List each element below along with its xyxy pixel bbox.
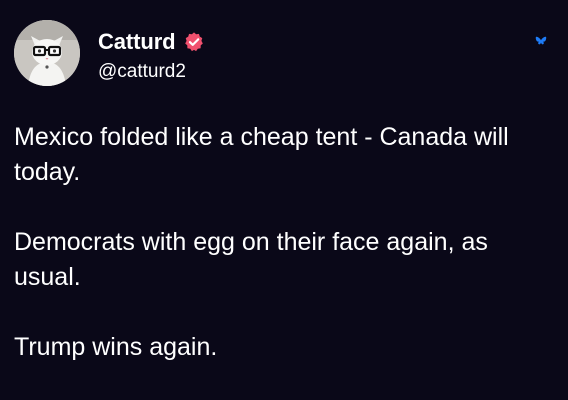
cat-with-glasses-avatar-icon <box>14 20 80 86</box>
butterfly-logo-icon[interactable] <box>535 34 547 46</box>
author-handle[interactable]: @catturd2 <box>98 60 186 84</box>
post-paragraph: Democrats with egg on their face again, … <box>14 228 488 291</box>
post-paragraph: Trump wins again. <box>14 333 218 361</box>
post-card: Catturd @catturd2 Mexico folded like a c… <box>0 0 568 400</box>
avatar[interactable] <box>14 20 80 86</box>
verified-check-badge-icon <box>183 31 205 53</box>
author-name-row: Catturd <box>98 28 205 56</box>
post-text: Mexico folded like a cheap tent - Canada… <box>14 120 559 365</box>
post-paragraph: Mexico folded like a cheap tent - Canada… <box>14 123 509 186</box>
display-name[interactable]: Catturd <box>98 28 176 56</box>
